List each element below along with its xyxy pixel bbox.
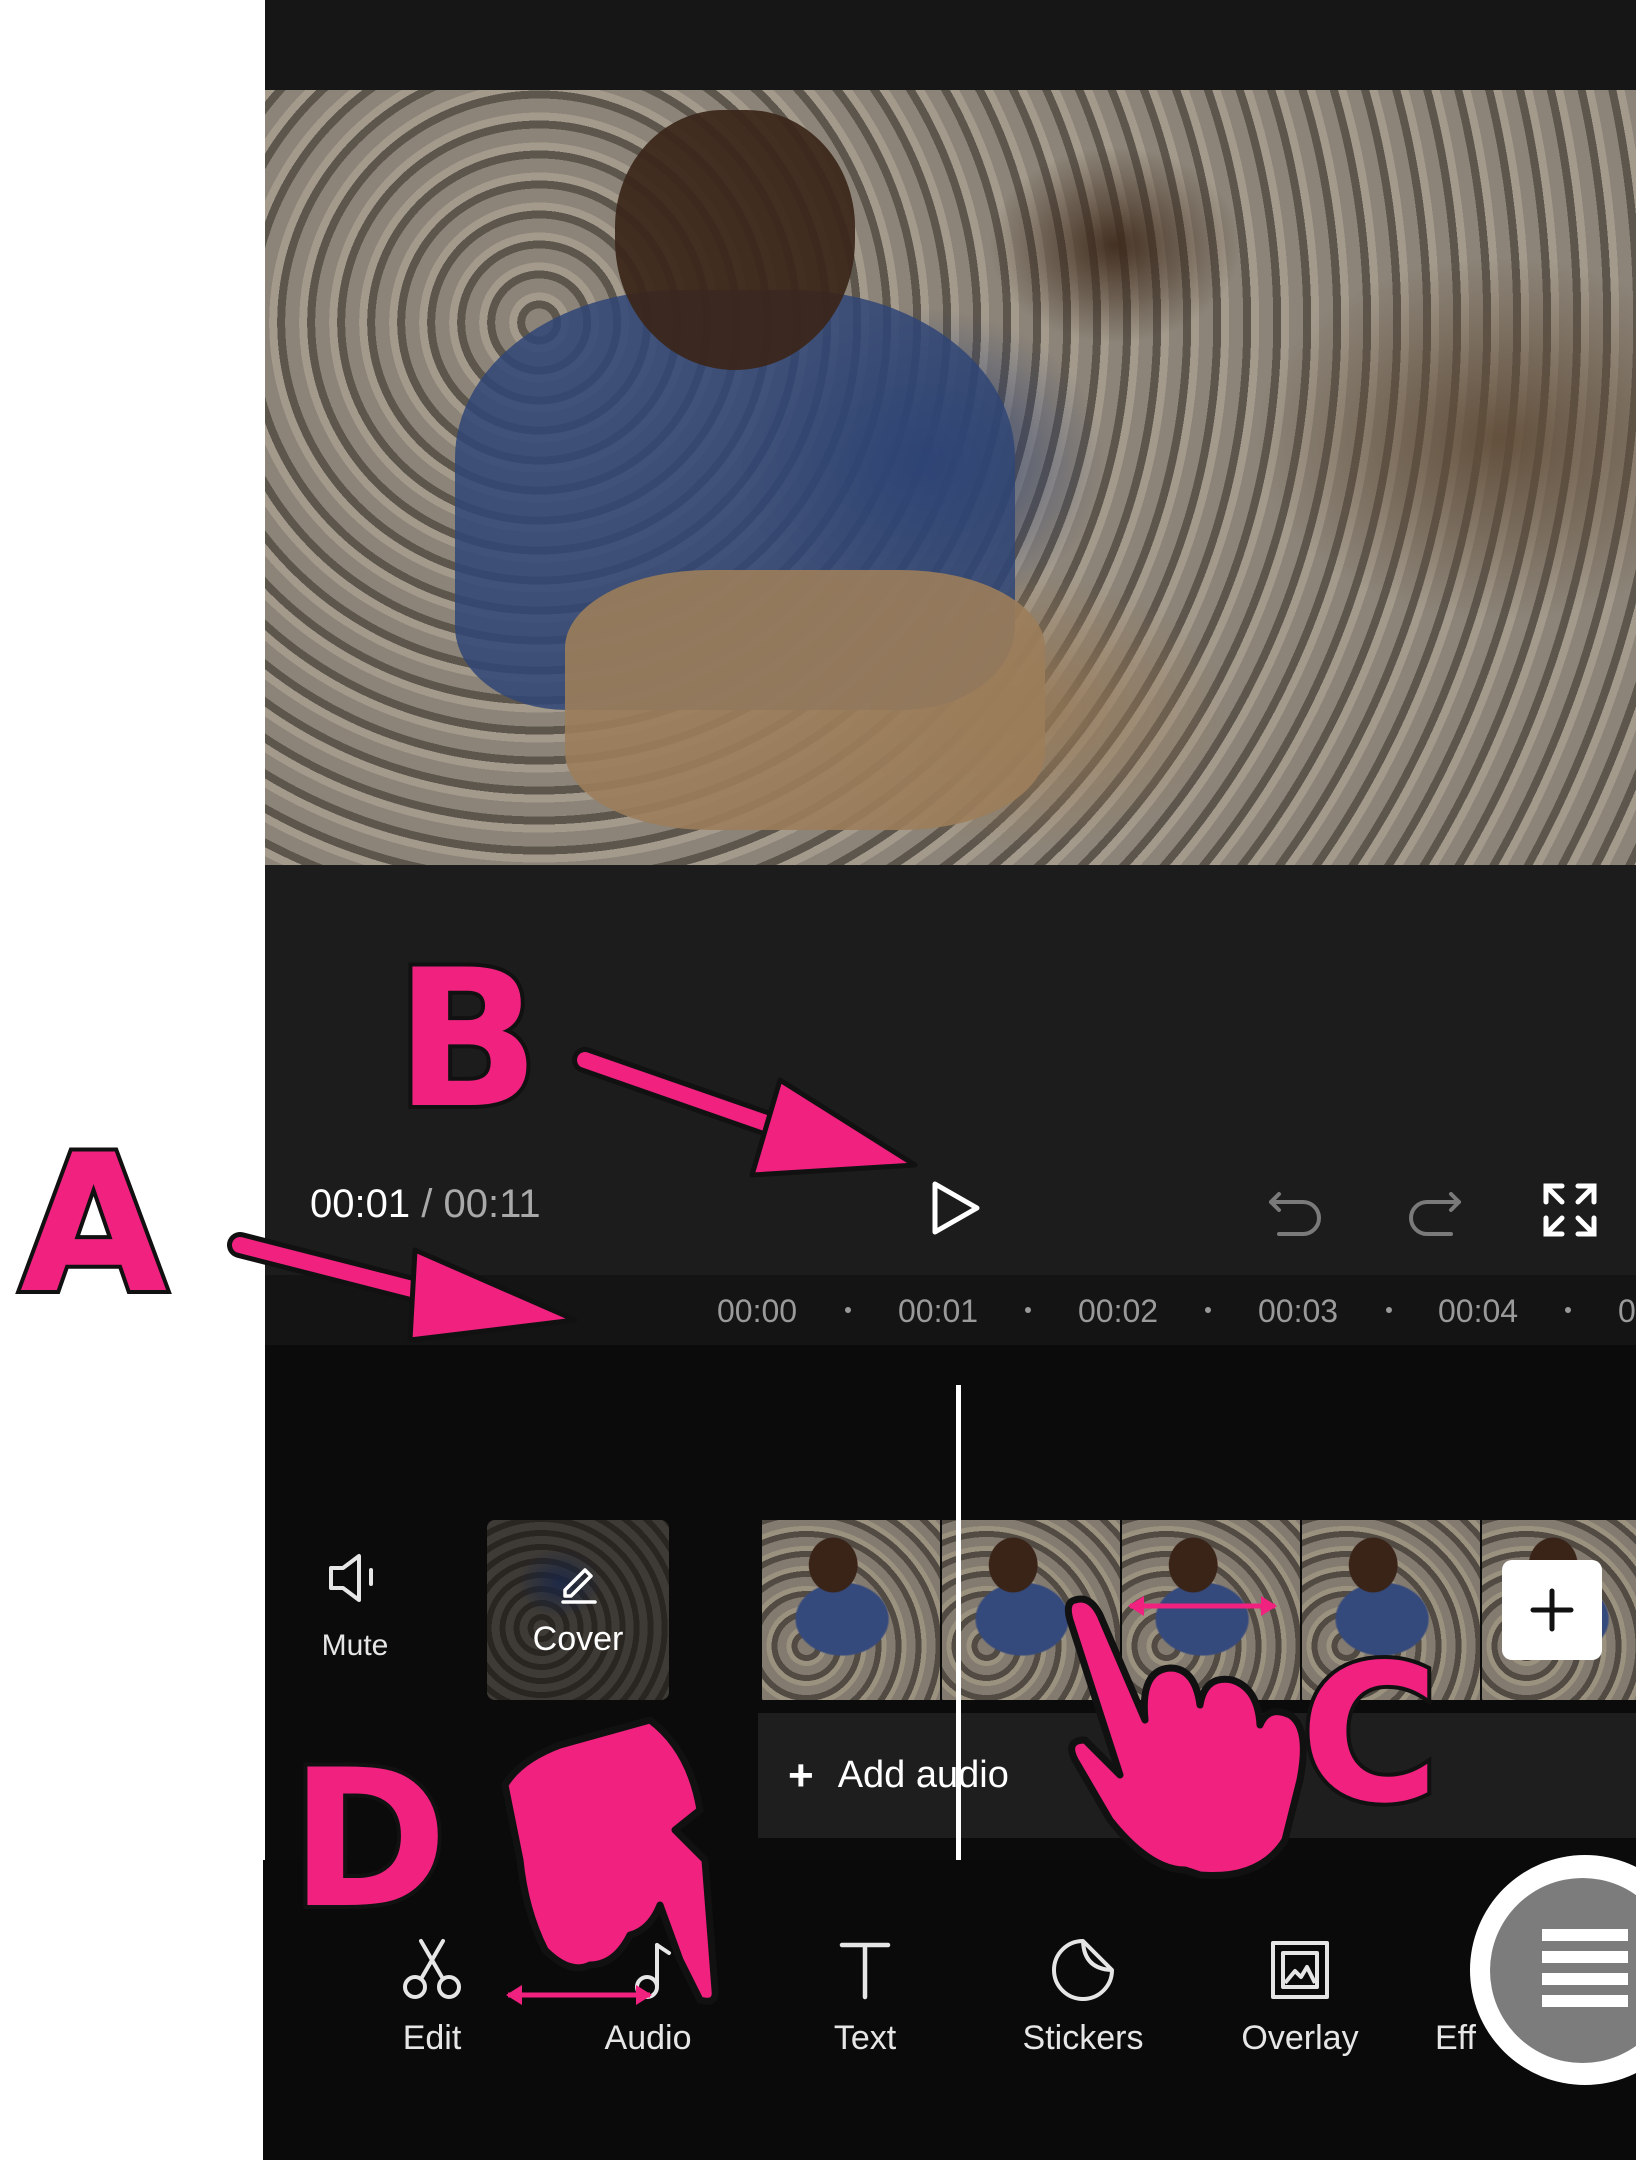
annotation-letter-c: C: [1296, 1624, 1443, 1845]
annotation-letter-d: D: [286, 1729, 452, 1950]
arrow-b: [572, 1047, 918, 1178]
pointing-hand-d-icon: [501, 1716, 719, 2005]
annotation-letter-b: B: [391, 929, 544, 1150]
pointing-hand-c-icon: [1064, 1595, 1307, 1880]
double-arrow-d: [506, 1985, 652, 2005]
annotation-letter-a: A: [16, 1114, 171, 1335]
double-arrow-c: [1128, 1596, 1277, 1616]
arrow-a: [227, 1232, 578, 1343]
